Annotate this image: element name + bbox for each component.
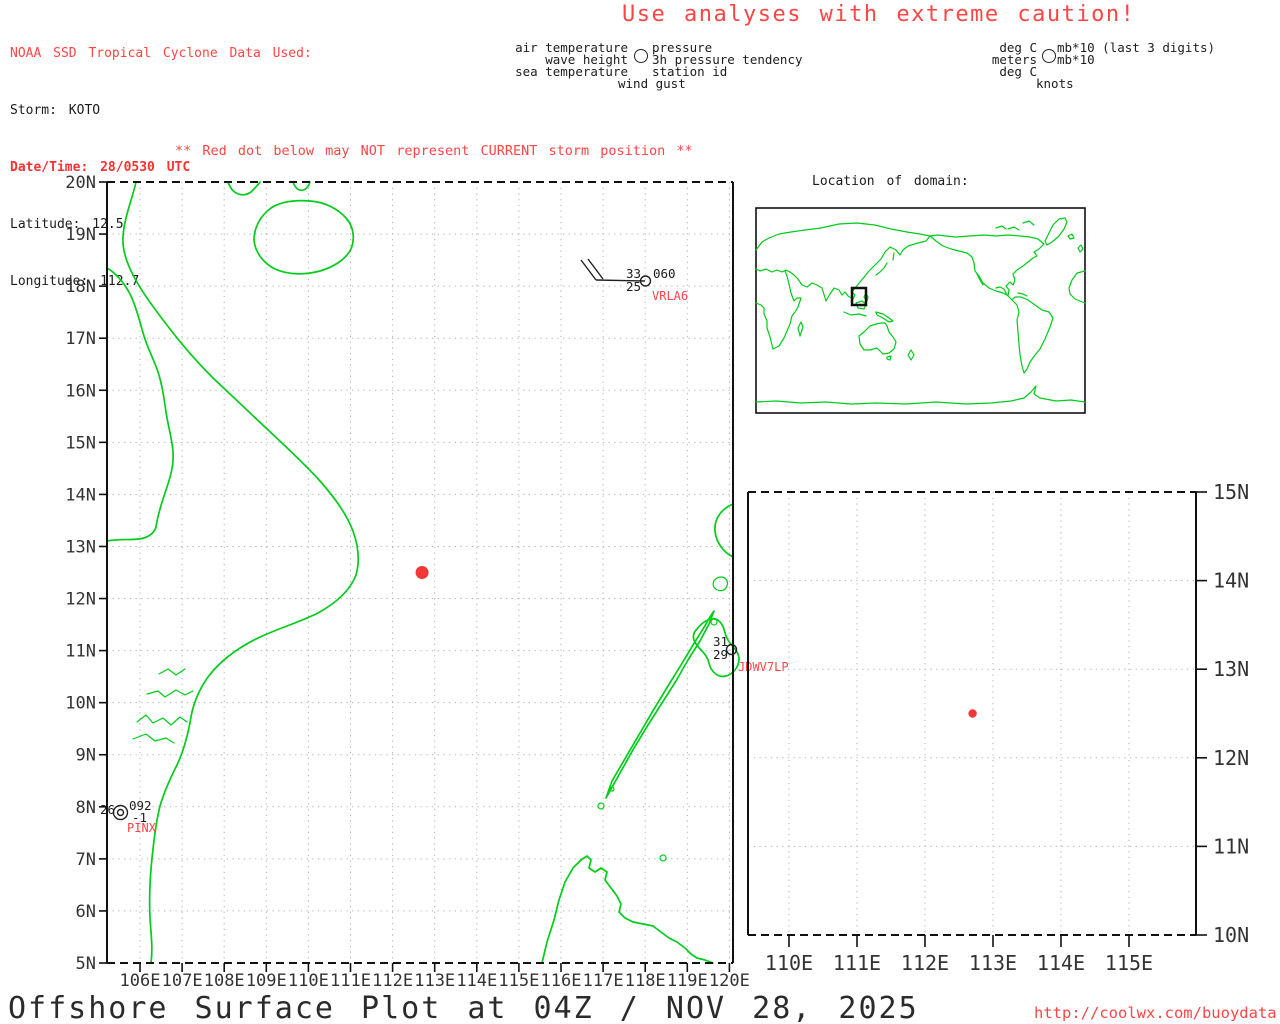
lon-axis-label: 114E [456,971,497,991]
units-knots-label: knots [1036,76,1074,91]
lat-axis-label: 11N [65,642,96,662]
mekong-delta-coastline [146,689,194,698]
china-coastline [292,181,311,192]
lat-axis-label: 6N [76,902,96,922]
lon-axis-label: 109E [246,971,287,991]
offshore-surface-plot-screen: NOAA SSD Tropical Cyclone Data Used: Sto… [0,0,1280,1024]
lon-axis-label: 111E [833,951,881,975]
lat-axis-label: 13N [1213,657,1249,681]
units-deg-c-sea-label: deg C [999,64,1037,79]
lon-axis-label: 106E [120,971,161,991]
station-circle-icon [634,49,648,63]
station-plot-legend: air temperature wave height sea temperat… [453,41,873,94]
small-island [659,854,667,862]
zoom-sub-map: 110E 111E 112E 113E 114E 115E 15N 14N 13N 12N 11N 1… [747,480,1249,975]
hainan-island [253,199,355,275]
calm-wind-icon [116,808,125,817]
lat-axis-label: 10N [65,694,96,714]
station-air-temp: 26 [100,802,115,817]
station-circle-icon [1042,49,1056,63]
units-pressure-tendency-label: mb*10 [1057,52,1095,67]
legend-station-id-label: station id [652,64,728,79]
station-id-label: PINX [127,821,157,835]
sub-map-axes: 110E 111E 112E 113E 114E 115E 15N 14N 13N 12N 11N 1… [748,480,1249,975]
station-id-label: VRLA6 [652,289,688,303]
lat-axis-label: 15N [1213,480,1249,504]
wind-barb [580,259,597,281]
china-coastline [227,181,261,196]
storm-position-dot [968,709,977,718]
lon-axis-label: 110E [288,971,329,991]
units-legend: deg C meters deg C knots mb*10 (last 3 d… [905,41,1275,94]
legend-wind-gust-label: wind gust [618,76,686,91]
lat-axis-label: 15N [65,433,96,453]
lon-axis-label: 112E [372,971,413,991]
lon-axis-label: 111E [330,971,371,991]
lat-axis-label: 14N [1213,569,1249,593]
mekong-delta-coastline [132,733,175,744]
lon-axis-label: 115E [498,971,539,991]
small-island [710,618,718,626]
caution-banner: Use analyses with extreme caution! [622,2,1136,27]
lon-axis-label: 113E [969,951,1017,975]
plot-title: Offshore Surface Plot at 04Z / NOV 28, 2… [8,991,919,1024]
lat-axis-label: 13N [65,537,96,557]
lon-axis-label: 108E [204,971,245,991]
mindoro-coastline [714,503,734,558]
palawan-island [605,610,715,799]
storm-datetime-line: Date/Time: 28/0530 UTC [10,160,191,175]
lat-axis-label: 12N [65,590,96,610]
lat-axis-label: 16N [65,381,96,401]
data-source-line: NOAA SSD Tropical Cyclone Data Used: [10,46,312,61]
lon-axis-label: 113E [414,971,455,991]
lat-axis-label: 18N [65,277,96,297]
lat-axis-label: 14N [65,485,96,505]
lat-axis-label: 20N [65,173,96,193]
lon-axis-label: 115E [1105,951,1153,975]
busuanga-island [712,576,729,592]
inset-title: Location of domain: [812,174,969,189]
wind-barb [587,258,604,280]
station-vrla6: 33 25 060 VRLA6 [580,258,688,303]
storm-position-dot [415,566,429,580]
small-island [597,802,605,810]
lat-axis-label: 10N [1213,923,1249,947]
storm-position-warning: ** Red dot below may NOT represent CURRE… [175,143,693,159]
world-inset-map [755,207,1086,414]
lat-axis-label: 11N [1213,834,1249,858]
legend-sea-temperature-label: sea temperature [515,64,628,79]
main-map: 106E 107E 108E 109E 110E 111E 112E 113E 114E 115E… [65,173,788,991]
station-circle-icon [112,804,129,821]
lon-axis-label: 119E [667,971,708,991]
lon-axis-label: 110E [765,951,813,975]
lon-axis-label: 120E [709,971,750,991]
station-sea-temp: 29 [713,647,728,662]
lat-axis-label: 8N [76,798,96,818]
lon-axis-label: 112E [901,951,949,975]
mekong-delta-coastline [136,714,188,726]
lat-axis-label: 9N [76,746,96,766]
lat-axis-label: 5N [76,954,96,974]
mekong-delta-coastline [158,668,186,676]
lon-axis-label: 118E [625,971,666,991]
buoydata-url-link[interactable]: http://coolwx.com/buoydata [1034,1004,1277,1022]
storm-name-line: Storm: KOTO [10,103,101,118]
station-pinx: 26 092 -1 PINX [100,798,157,835]
lat-axis-label: 7N [76,850,96,870]
station-pressure: 060 [653,266,676,281]
lon-axis-label: 117E [583,971,624,991]
lon-axis-label: 114E [1037,951,1085,975]
lon-axis-label: 116E [541,971,582,991]
lat-axis-label: 17N [65,329,96,349]
main-map-axes: 106E 107E 108E 109E 110E 111E 112E 113E 114E 115E… [65,173,750,991]
vietnam-coastline [122,181,359,964]
lat-axis-label: 12N [1213,746,1249,770]
lat-axis-label: 19N [65,225,96,245]
station-wave-height: 25 [626,279,641,294]
lon-axis-label: 107E [162,971,203,991]
